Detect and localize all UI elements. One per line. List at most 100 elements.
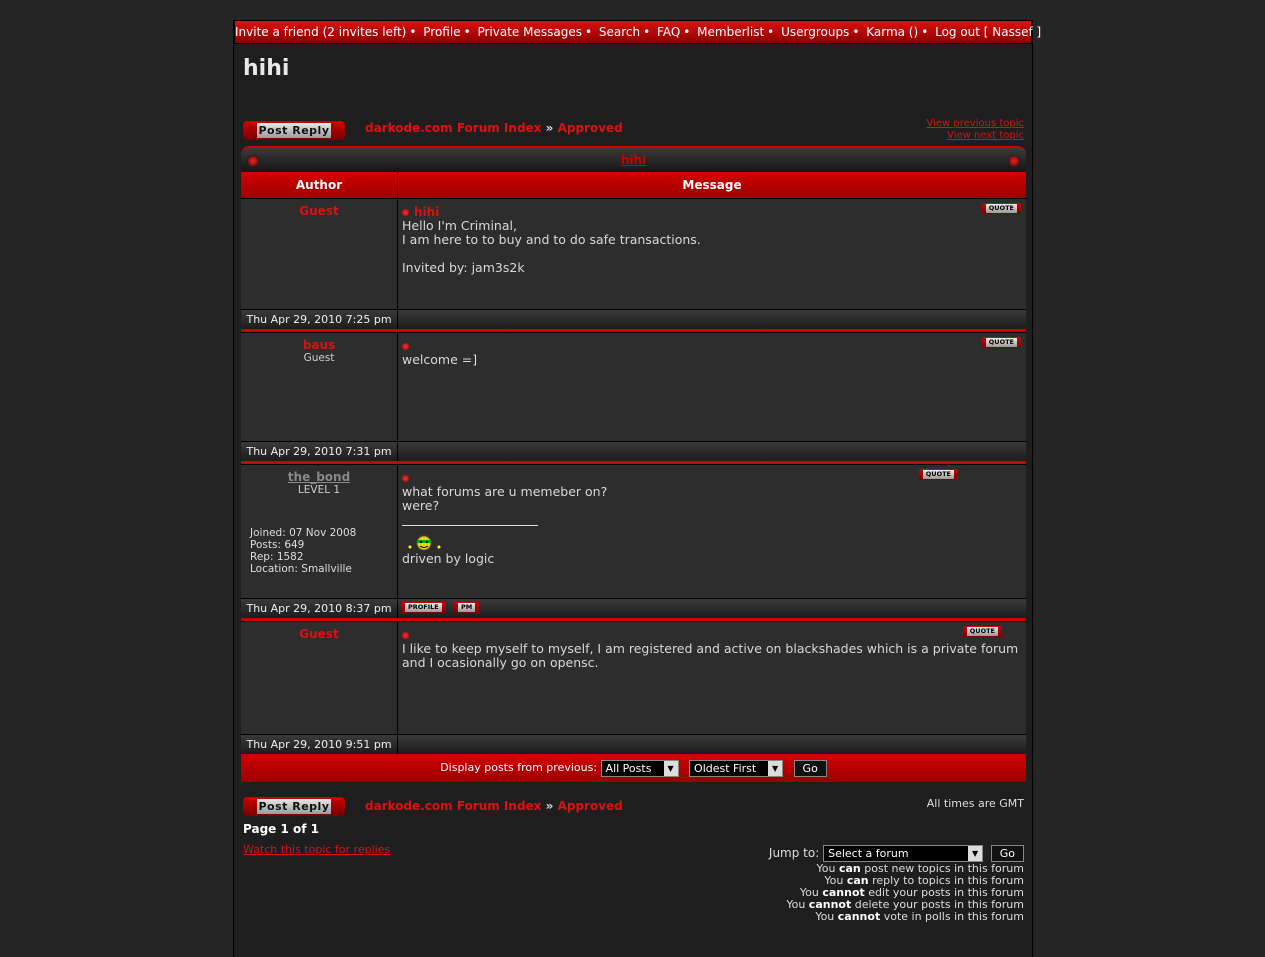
nav-invite-link[interactable]: Invite a friend (2 invites left) [235, 25, 406, 39]
post-bullet-icon [402, 343, 409, 350]
breadcrumb-bottom: darkode.com Forum Index » Approved [365, 799, 623, 813]
post-bullet-icon [402, 632, 409, 639]
order-select[interactable]: Oldest First ▼ [689, 759, 784, 777]
post-reply-label: Post Reply [257, 799, 331, 814]
post-row: Guest hihi Hello I'm Criminal, I am here… [241, 198, 1026, 309]
author-column-header: Author [241, 172, 398, 198]
post-row: Guest I like to keep myself to myself, I… [241, 621, 1026, 734]
next-topic-link[interactable]: View next topic [926, 130, 1024, 142]
post-text-line: I am here to to buy and to do safe trans… [402, 232, 701, 247]
nav-profile-link[interactable]: Profile [423, 25, 460, 39]
post-author-rank: Guest [303, 352, 335, 364]
post-author-name: Guest [299, 204, 339, 218]
caption-topic-link[interactable]: hihi [621, 153, 646, 167]
jump-select-value: Select a forum [828, 847, 909, 860]
period-select[interactable]: All Posts ▼ [600, 759, 679, 777]
post-text-line: I like to keep myself to myself, I am re… [402, 641, 1019, 656]
watch-topic-link[interactable]: Watch this topic for replies [243, 843, 390, 856]
post-date: Thu Apr 29, 2010 7:31 pm [241, 442, 398, 461]
post-footer-row: Thu Apr 29, 2010 7:25 pm [241, 309, 1026, 332]
order-select-value: Oldest First [694, 761, 757, 775]
nav-memberlist-link[interactable]: Memberlist [697, 25, 764, 39]
nav-faq-link[interactable]: FAQ [657, 25, 680, 39]
post-subject: hihi [414, 205, 440, 219]
topic-navigation: View previous topic View next topic [926, 118, 1024, 142]
post-author-details: Joined: 07 Nov 2008 Posts: 649 Rep: 1582… [250, 527, 356, 575]
posts-table: hihi Author Message Guest hihi Hello I'm… [241, 146, 1026, 782]
nav-search-link[interactable]: Search [599, 25, 640, 39]
breadcrumb-forum-index[interactable]: darkode.com Forum Index [365, 799, 541, 813]
display-go-button[interactable]: Go [793, 759, 827, 777]
pm-button[interactable]: PM [454, 602, 480, 613]
post-author-name[interactable]: the_bond [241, 470, 397, 484]
post-bullet-icon [402, 209, 409, 216]
breadcrumb-separator: » [545, 121, 554, 135]
quote-button[interactable]: QUOTE [962, 626, 1002, 637]
post-author-name: baus [302, 338, 336, 352]
author-posts: Posts: 649 [250, 539, 305, 551]
post-text-line: Hello I'm Criminal, [402, 218, 517, 233]
author-location: Location: Smallville [250, 563, 352, 575]
signature-smiley-icon [402, 534, 1022, 552]
post-date: Thu Apr 29, 2010 9:51 pm [241, 735, 398, 754]
post-bullet-icon [402, 475, 409, 482]
post-row: baus Guest welcome =] QUOTE [241, 332, 1026, 441]
post-footer-row: Thu Apr 29, 2010 7:31 pm [241, 441, 1026, 464]
post-message-cell: welcome =] QUOTE [398, 333, 1026, 441]
post-footer-row: Thu Apr 29, 2010 8:37 pm PROFILE PM [241, 598, 1026, 621]
forum-page: Invite a friend (2 invites left) • Profil… [233, 20, 1041, 957]
profile-button[interactable]: PROFILE [401, 602, 446, 613]
post-text-line: what forums are u memeber on? [402, 484, 608, 499]
period-select-value: All Posts [605, 761, 652, 775]
table-header: Author Message [241, 172, 1026, 198]
post-author-rank: LEVEL 1 [297, 484, 341, 496]
quote-label: QUOTE [985, 338, 1017, 347]
author-joined: Joined: 07 Nov 2008 [250, 527, 357, 539]
caption-left-dot-icon [247, 155, 259, 167]
post-text-line: were? [402, 498, 440, 513]
post-date: Thu Apr 29, 2010 8:37 pm [241, 599, 398, 618]
jump-go-button[interactable]: Go [990, 845, 1024, 862]
chevron-down-icon: ▼ [968, 846, 983, 861]
permission-line: You cannot vote in polls in this forum [815, 910, 1024, 923]
post-author-cell: Guest [241, 199, 398, 309]
chevron-down-icon: ▼ [663, 760, 678, 776]
post-author-cell: baus Guest [241, 333, 398, 441]
breadcrumb-forum-index[interactable]: darkode.com Forum Index [365, 121, 541, 135]
jump-forum-select[interactable]: Select a forum ▼ [823, 845, 984, 862]
display-options-bar: Display posts from previous: All Posts ▼… [241, 754, 1026, 782]
quote-label: QUOTE [985, 204, 1017, 213]
topic-title: hihi [243, 56, 290, 81]
caption-right-dot-icon [1008, 155, 1020, 167]
profile-label: PROFILE [405, 603, 442, 612]
forum-permissions: You can post new topics in this forum Yo… [786, 863, 1024, 923]
post-message-cell: what forums are u memeber on? were? driv… [398, 465, 1026, 598]
previous-topic-link[interactable]: View previous topic [926, 118, 1024, 130]
breadcrumb-approved[interactable]: Approved [558, 121, 623, 135]
post-author-name: Guest [299, 627, 339, 641]
nav-usergroups-link[interactable]: Usergroups [781, 25, 849, 39]
jump-to-label: Jump to: [768, 846, 820, 860]
chevron-down-icon: ▼ [768, 760, 783, 776]
post-reply-button-bottom[interactable]: Post Reply [243, 797, 345, 816]
page-number: Page 1 of 1 [243, 822, 319, 836]
nav-logout-link[interactable]: Log out [ Nassef ] [935, 25, 1041, 39]
nav-private-messages-link[interactable]: Private Messages [477, 25, 582, 39]
post-row: the_bond LEVEL 1 Joined: 07 Nov 2008 Pos… [241, 464, 1026, 598]
nav-karma-link[interactable]: Karma () [866, 25, 918, 39]
timezone-note: All times are GMT [926, 797, 1024, 810]
breadcrumb-approved[interactable]: Approved [558, 799, 623, 813]
quote-button[interactable]: QUOTE [981, 203, 1021, 214]
jump-to-form: Jump to: Select a forum ▼ Go [769, 845, 1024, 862]
signature-divider [402, 525, 538, 526]
post-text-line: and I ocasionally go on opensc. [402, 655, 599, 670]
post-reply-button-top[interactable]: Post Reply [243, 121, 345, 140]
signature-text: driven by logic [402, 551, 495, 566]
quote-button[interactable]: QUOTE [918, 469, 958, 480]
post-message-cell: hihi Hello I'm Criminal, I am here to to… [398, 199, 1026, 309]
post-footer-actions [398, 442, 1026, 461]
post-author-cell: the_bond LEVEL 1 Joined: 07 Nov 2008 Pos… [241, 465, 398, 598]
quote-button[interactable]: QUOTE [981, 337, 1021, 348]
top-navigation-bar: Invite a friend (2 invites left) • Profil… [234, 20, 1041, 44]
